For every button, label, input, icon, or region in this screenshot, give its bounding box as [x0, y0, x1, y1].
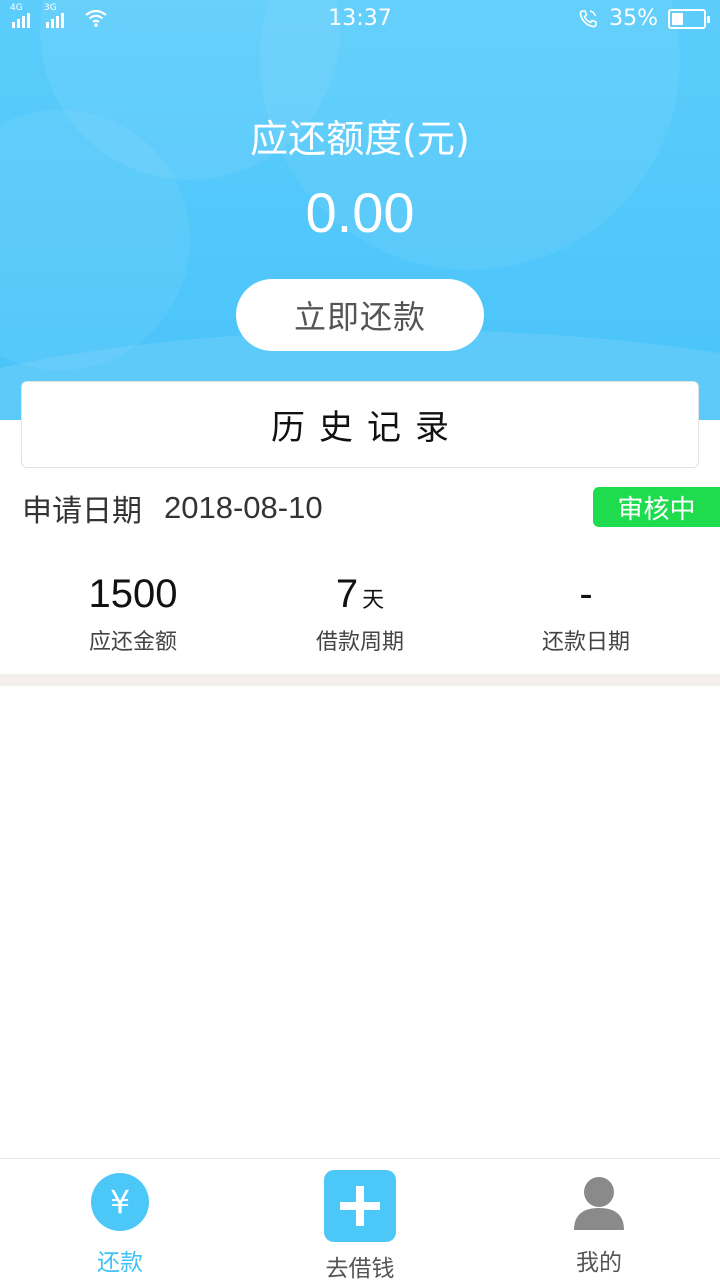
apply-date-row: 申请日期 2018-08-10	[22, 488, 323, 529]
stat-period: 7天 借款周期	[240, 570, 480, 656]
plus-icon	[324, 1170, 396, 1242]
yen-icon: ¥	[91, 1173, 149, 1231]
amount-value: 1500	[88, 572, 178, 616]
apply-date-label: 申请日期	[22, 494, 142, 529]
apply-date-value: 2018-08-10	[164, 490, 323, 525]
stat-repay-date: - 还款日期	[466, 570, 706, 656]
call-icon	[579, 9, 597, 27]
status-bar: 4G 3G 13:37 35%	[0, 0, 720, 38]
due-amount-value: 0.00	[305, 181, 415, 244]
repay-now-button[interactable]: 立即还款	[236, 279, 484, 351]
record-stats: 1500 应还金额 7天 借款周期 - 还款日期	[0, 570, 720, 660]
status-badge: 审核中	[593, 487, 720, 527]
status-right: 35%	[577, 6, 710, 31]
person-icon	[574, 1177, 624, 1230]
due-amount-title: 应还额度(元)	[250, 117, 470, 161]
battery-fill	[672, 12, 683, 25]
battery-icon	[668, 8, 710, 29]
tab-label: 还款	[97, 1250, 143, 1276]
period-label: 借款周期	[315, 630, 404, 655]
history-header[interactable]: 历史记录	[21, 381, 699, 468]
bottom-tab-bar: ¥ 还款 去借钱 我的	[0, 1158, 720, 1280]
section-divider	[0, 674, 720, 686]
period-value: 7	[335, 572, 359, 616]
period-unit: 天	[362, 587, 385, 612]
tab-label: 我的	[576, 1250, 622, 1276]
tab-label: 去借钱	[325, 1256, 395, 1280]
repay-date-value: -	[579, 572, 593, 616]
amount-label: 应还金额	[88, 630, 177, 655]
repay-date-label: 还款日期	[541, 630, 630, 655]
stat-amount: 1500 应还金额	[13, 570, 253, 656]
battery-percent: 35%	[609, 6, 658, 31]
